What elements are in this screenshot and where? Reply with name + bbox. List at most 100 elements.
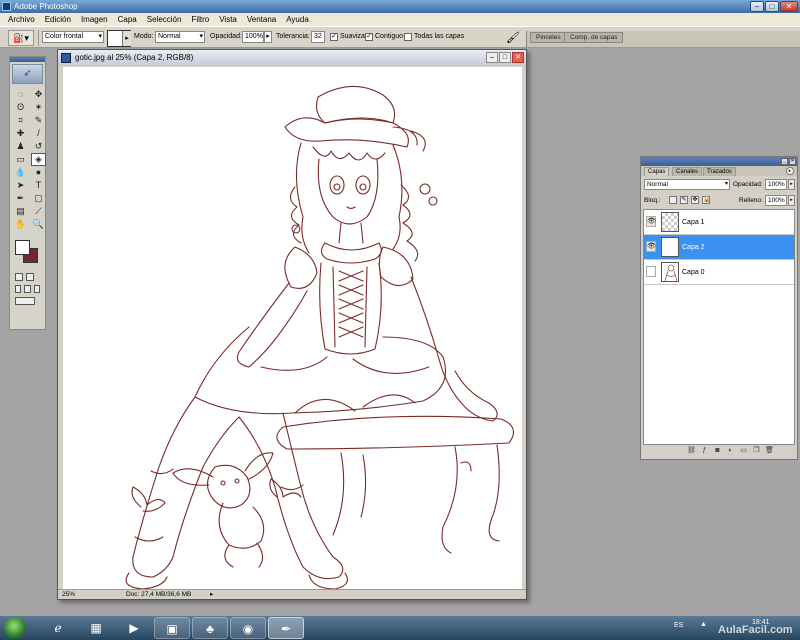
visibility-empty-slot[interactable] <box>646 266 656 277</box>
layer-opacity-arrow-icon[interactable]: ▸ <box>788 179 795 190</box>
lock-image-icon[interactable]: ✎ <box>680 196 688 204</box>
brushes-palette-icon[interactable]: 🖌 <box>506 31 520 45</box>
layer-row-capa-2[interactable]: 👁 Capa 2 <box>644 235 794 260</box>
fill-input[interactable]: 100% <box>765 195 787 206</box>
menu-filtro[interactable]: Filtro <box>186 13 214 26</box>
all-layers-checkbox[interactable] <box>404 33 412 41</box>
path-selection-tool-icon[interactable]: ➤ <box>13 179 28 192</box>
fill-source-select[interactable]: Color frontal <box>42 31 104 43</box>
notes-tool-icon[interactable]: ▤ <box>13 205 28 218</box>
visibility-eye-icon[interactable]: 👁 <box>646 241 656 252</box>
paint-bucket-tool-icon[interactable]: ◈ <box>31 153 46 166</box>
menu-edicion[interactable]: Edición <box>40 13 76 26</box>
blur-tool-icon[interactable]: 💧 <box>13 166 28 179</box>
paint-bucket-preset-icon[interactable]: ⛽▾ <box>8 30 34 46</box>
tab-pinceles[interactable]: Pinceles <box>530 32 567 43</box>
feather-logo-icon[interactable]: ➶ <box>12 64 43 84</box>
dodge-tool-icon[interactable]: ● <box>31 166 46 179</box>
eraser-tool-icon[interactable]: ▭ <box>13 153 28 166</box>
lasso-tool-icon[interactable]: ʘ <box>13 101 28 114</box>
move-tool-icon[interactable]: ✥ <box>31 88 46 101</box>
menu-ventana[interactable]: Ventana <box>242 13 281 26</box>
canvas[interactable] <box>63 67 522 591</box>
toolbox-grip[interactable] <box>10 57 45 62</box>
menu-archivo[interactable]: Archivo <box>3 13 40 26</box>
link-layers-icon[interactable]: ⛓ <box>687 446 696 455</box>
start-button[interactable] <box>4 617 26 639</box>
layer-style-icon[interactable]: ƒ <box>700 446 709 455</box>
palette-close-button[interactable]: ✕ <box>789 158 796 165</box>
tolerance-input[interactable]: 32 <box>311 31 325 43</box>
antialias-checkbox[interactable]: ✓ <box>330 33 338 41</box>
hand-tool-icon[interactable]: ✋ <box>13 218 28 231</box>
magic-wand-tool-icon[interactable]: ✶ <box>31 101 46 114</box>
brush-tool-icon[interactable]: / <box>31 127 46 140</box>
doc-maximize-button[interactable]: □ <box>499 52 511 63</box>
doc-minimize-button[interactable]: – <box>486 52 498 63</box>
crop-tool-icon[interactable]: ⌗ <box>13 114 28 127</box>
tab-canales[interactable]: Canales <box>672 167 703 176</box>
adjustment-layer-icon[interactable]: ◐ <box>726 446 735 455</box>
lock-transparency-icon[interactable] <box>669 196 677 204</box>
status-menu-arrow-icon[interactable]: ▸ <box>210 590 213 599</box>
mode-select[interactable]: Normal <box>155 31 205 43</box>
marquee-tool-icon[interactable]: ◌ <box>13 88 28 101</box>
delete-layer-icon[interactable]: 🗑 <box>765 446 774 455</box>
layer-opacity-input[interactable]: 100% <box>765 179 787 190</box>
menu-vista[interactable]: Vista <box>214 13 242 26</box>
zoom-level[interactable]: 25% <box>62 590 86 599</box>
file-explorer-icon[interactable]: ▦ <box>78 617 114 639</box>
document-title-bar[interactable]: gotic.jpg al 25% (Capa 2, RGB/8) – □ ✕ <box>58 50 526 66</box>
doc-close-button[interactable]: ✕ <box>512 52 524 63</box>
opacity-input[interactable]: 100% <box>242 31 264 43</box>
pen-tool-icon[interactable]: ✒ <box>13 192 28 205</box>
lock-position-icon[interactable]: ✥ <box>691 196 699 204</box>
type-tool-icon[interactable]: T <box>31 179 46 192</box>
lock-all-icon[interactable]: 🔒 <box>702 196 710 204</box>
palette-minimize-button[interactable]: _ <box>781 158 788 165</box>
palette-menu-icon[interactable]: ▸ <box>786 167 794 175</box>
messenger-icon[interactable]: ♣ <box>192 617 228 639</box>
eyedropper-tool-icon[interactable]: ⟋ <box>31 205 46 218</box>
clone-stamp-tool-icon[interactable]: ♟ <box>13 140 28 153</box>
close-button[interactable]: ✕ <box>780 1 798 12</box>
contiguous-checkbox[interactable]: ✓ <box>365 33 373 41</box>
tray-expand-icon[interactable]: ▲ <box>700 621 707 628</box>
shape-tool-icon[interactable]: ▢ <box>31 192 46 205</box>
foreground-color-swatch[interactable] <box>15 240 30 255</box>
menu-capa[interactable]: Capa <box>113 13 142 26</box>
pattern-dropdown-icon[interactable]: ▸ <box>122 31 131 46</box>
tab-trazados[interactable]: Trazados <box>703 167 736 176</box>
quick-mask-button[interactable] <box>26 273 34 281</box>
minimize-button[interactable]: – <box>750 1 764 12</box>
jump-to-imageready-button[interactable] <box>15 297 35 305</box>
new-layer-icon[interactable]: ❐ <box>752 446 761 455</box>
menu-imagen[interactable]: Imagen <box>76 13 113 26</box>
tab-comp-capas[interactable]: Comp. de capas <box>564 32 624 43</box>
photoshop-taskbar-icon[interactable]: ✒ <box>268 617 304 639</box>
slice-tool-icon[interactable]: ✎ <box>31 114 46 127</box>
screen-mode-3-button[interactable] <box>33 285 40 293</box>
maximize-button[interactable]: □ <box>765 1 779 12</box>
opacity-arrow-icon[interactable]: ▸ <box>264 31 272 43</box>
standard-mode-button[interactable] <box>15 273 23 281</box>
screen-mode-2-button[interactable] <box>24 285 31 293</box>
layer-mask-icon[interactable]: ◙ <box>713 446 722 455</box>
screen-mode-1-button[interactable] <box>15 285 22 293</box>
zoom-tool-icon[interactable]: 🔍 <box>31 218 46 231</box>
clock[interactable]: 18:41 <box>752 618 770 627</box>
menu-seleccion[interactable]: Selección <box>142 13 187 26</box>
layers-palette-header[interactable]: _ ✕ <box>641 157 797 166</box>
new-group-icon[interactable]: ▭ <box>739 446 748 455</box>
ppt-icon[interactable]: ▣ <box>154 617 190 639</box>
media-player-icon[interactable]: ▶ <box>116 617 152 639</box>
language-indicator[interactable]: ES <box>674 622 683 629</box>
internet-explorer-icon[interactable]: ℯ <box>40 617 76 639</box>
menu-ayuda[interactable]: Ayuda <box>281 13 314 26</box>
visibility-eye-icon[interactable]: 👁 <box>646 216 656 227</box>
healing-brush-tool-icon[interactable]: ✚ <box>13 127 28 140</box>
tab-capas[interactable]: Capas <box>644 167 670 176</box>
history-brush-tool-icon[interactable]: ↺ <box>31 140 46 153</box>
chrome-icon[interactable]: ◉ <box>230 617 266 639</box>
layer-row-capa-0[interactable]: Capa 0 <box>644 260 794 285</box>
